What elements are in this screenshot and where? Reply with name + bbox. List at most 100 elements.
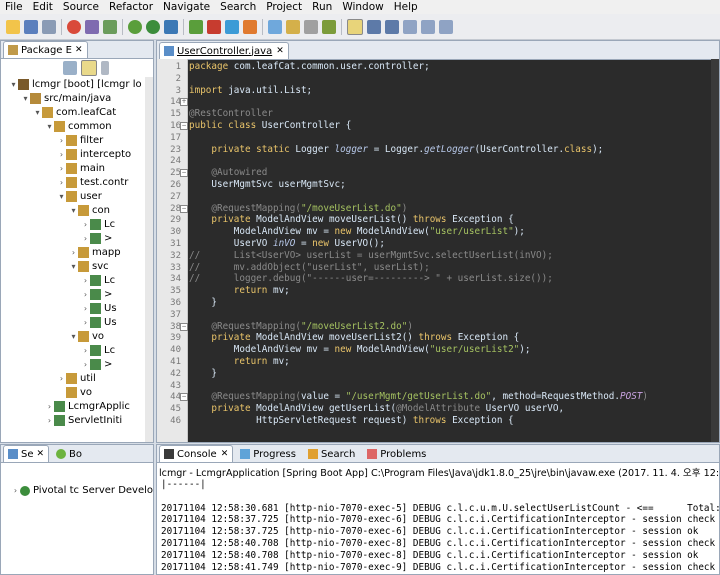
tree-item[interactable]: › main <box>57 161 105 175</box>
tree-item[interactable]: › Us <box>81 301 117 315</box>
tree-item[interactable]: vo <box>57 385 92 399</box>
collapse-all-icon[interactable] <box>63 61 77 75</box>
code-line[interactable]: return mv; <box>189 356 290 368</box>
menu-search[interactable]: Search <box>215 0 261 14</box>
expand-arrow-icon[interactable]: › <box>11 486 20 495</box>
menu-project[interactable]: Project <box>261 0 307 14</box>
code-line[interactable]: @RestController <box>189 108 273 120</box>
code-line[interactable]: @RequestMapping("/moveUserList.do") <box>189 203 407 215</box>
debug-icon[interactable] <box>128 19 142 34</box>
expand-arrow-icon[interactable]: › <box>81 220 90 229</box>
collapse-arrow-icon[interactable]: ▾ <box>45 122 54 131</box>
new-server-icon[interactable] <box>243 19 257 34</box>
code-line[interactable]: UserMgmtSvc userMgmtSvc; <box>189 179 345 191</box>
expand-arrow-icon[interactable]: › <box>45 402 54 411</box>
expand-arrow-icon[interactable]: › <box>81 234 90 243</box>
tree-item[interactable]: › filter <box>57 133 103 147</box>
terminate-icon[interactable] <box>207 19 221 34</box>
tree-item[interactable]: › Us <box>81 315 117 329</box>
tree-item[interactable]: ▾ src/main/java <box>21 91 111 105</box>
search-icon[interactable] <box>268 19 282 34</box>
expand-arrow-icon[interactable]: › <box>57 164 66 173</box>
editor-scrollbar[interactable] <box>711 59 719 442</box>
code-area[interactable]: package com.leafCat.common.user.controll… <box>187 59 719 442</box>
collapse-arrow-icon[interactable]: ▾ <box>21 94 30 103</box>
collapse-arrow-icon[interactable]: ▾ <box>9 80 18 89</box>
close-icon[interactable]: ✕ <box>276 46 284 56</box>
run-icon[interactable] <box>146 19 160 34</box>
expand-arrow-icon[interactable]: › <box>81 346 90 355</box>
link-editor-icon[interactable] <box>81 60 97 76</box>
menu-source[interactable]: Source <box>58 0 104 14</box>
expand-arrow-icon[interactable]: › <box>45 416 54 425</box>
tree-item[interactable]: ▾ com.leafCat <box>33 105 116 119</box>
tree-item[interactable]: › > <box>81 287 112 301</box>
save-icon[interactable] <box>24 19 38 34</box>
code-line[interactable]: // mv.addObject("userList", userList); <box>189 262 430 274</box>
menu-file[interactable]: File <box>0 0 28 14</box>
skip-breakpoints-icon[interactable] <box>85 19 99 34</box>
next-annotation-icon[interactable] <box>367 19 381 34</box>
collapse-arrow-icon[interactable]: ▾ <box>69 332 78 341</box>
code-line[interactable]: // logger.debug("------user=---------> "… <box>189 273 553 285</box>
code-line[interactable]: @RequestMapping(value = "/userMgmt/getUs… <box>189 391 648 403</box>
tab-search[interactable]: Search <box>303 445 360 462</box>
collapse-arrow-icon[interactable]: ▾ <box>69 262 78 271</box>
package-scrollbar[interactable] <box>145 77 153 442</box>
code-line[interactable]: import java.util.List; <box>189 85 312 97</box>
tab-boot-dashboard[interactable]: Bo <box>51 445 87 462</box>
tab-user-controller[interactable]: UserController.java ✕ <box>159 42 289 59</box>
code-line[interactable]: } <box>189 297 217 309</box>
menu-help[interactable]: Help <box>389 0 423 14</box>
collapse-arrow-icon[interactable]: ▾ <box>33 108 42 117</box>
tree-item[interactable]: › Lc <box>81 217 115 231</box>
menu-refactor[interactable]: Refactor <box>104 0 158 14</box>
close-icon[interactable]: ✕ <box>37 449 45 459</box>
forward-icon[interactable] <box>439 19 453 34</box>
code-line[interactable]: private static Logger logger = Logger.ge… <box>189 144 603 156</box>
tab-progress[interactable]: Progress <box>235 445 301 462</box>
open-task-icon[interactable] <box>286 19 300 34</box>
code-line[interactable]: private ModelAndView getUserList(@ModelA… <box>189 403 564 415</box>
code-line[interactable]: } <box>189 368 217 380</box>
new-icon[interactable] <box>6 19 20 34</box>
annotation-icon[interactable] <box>322 19 336 34</box>
code-line[interactable]: UserVO inVO = new UserVO(); <box>189 238 385 250</box>
tree-item[interactable]: ▾ user <box>57 189 102 203</box>
tree-item[interactable]: › util <box>57 371 96 385</box>
save-all-icon[interactable] <box>42 19 56 34</box>
tab-problems[interactable]: Problems <box>362 445 431 462</box>
tree-item[interactable]: ▾ con <box>69 203 110 217</box>
block-selection-icon[interactable] <box>347 18 363 35</box>
expand-arrow-icon[interactable]: › <box>57 374 66 383</box>
external-tools-icon[interactable] <box>164 19 178 34</box>
expand-arrow-icon[interactable]: › <box>81 360 90 369</box>
relaunch-icon[interactable] <box>189 19 203 34</box>
menu-navigate[interactable]: Navigate <box>158 0 215 14</box>
expand-arrow-icon[interactable]: › <box>69 248 78 257</box>
menu-window[interactable]: Window <box>337 0 388 14</box>
tab-servers[interactable]: Se ✕ <box>3 445 50 462</box>
expand-arrow-icon[interactable]: › <box>81 290 90 299</box>
code-line[interactable]: @Autowired <box>189 167 267 179</box>
close-icon[interactable]: ✕ <box>75 45 83 55</box>
tab-package-explorer[interactable]: Package E ✕ <box>3 41 88 58</box>
tree-item[interactable]: › Lc <box>81 273 115 287</box>
open-type-icon[interactable] <box>225 19 239 34</box>
code-line[interactable]: private ModelAndView moveUserList() thro… <box>189 214 513 226</box>
code-line[interactable]: private ModelAndView moveUserList2() thr… <box>189 332 519 344</box>
tree-item[interactable]: › > <box>81 231 112 245</box>
tree-item[interactable]: › intercepto <box>57 147 131 161</box>
collapse-arrow-icon[interactable]: ▾ <box>57 192 66 201</box>
toggle-mark-icon[interactable] <box>304 19 318 34</box>
view-menu-icon[interactable] <box>101 61 109 75</box>
profile-icon[interactable] <box>103 19 117 34</box>
code-line[interactable]: package com.leafCat.common.user.controll… <box>189 61 430 73</box>
tree-item[interactable]: › > <box>81 357 112 371</box>
close-icon[interactable]: ✕ <box>221 449 229 459</box>
tree-item[interactable]: ▾ svc <box>69 259 109 273</box>
code-line[interactable]: // List<UserVO> userList = userMgmtSvc.s… <box>189 250 553 262</box>
expand-arrow-icon[interactable]: › <box>57 136 66 145</box>
menu-run[interactable]: Run <box>307 0 337 14</box>
expand-arrow-icon[interactable]: › <box>57 150 66 159</box>
